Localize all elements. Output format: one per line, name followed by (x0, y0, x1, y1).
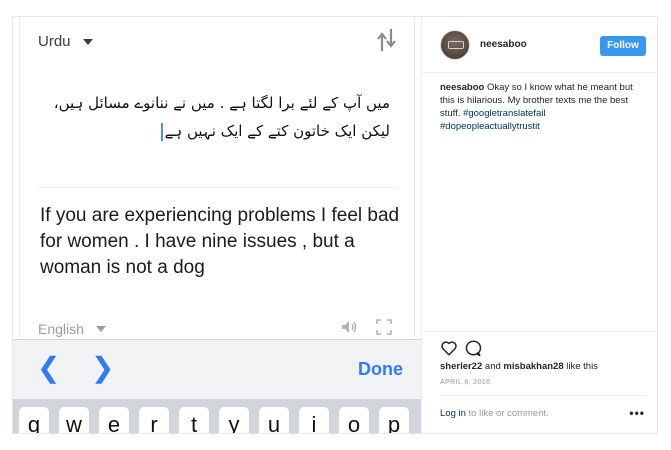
translation-card: Urdu میں آپ کے لئے برا لگتا ہے . میں نے … (19, 17, 415, 337)
key-q[interactable]: q (19, 407, 49, 433)
key-u[interactable]: u (259, 407, 289, 433)
post-frame: Urdu میں آپ کے لئے برا لگتا ہے . میں نے … (12, 16, 658, 434)
post-sidebar: neesaboo Follow neesaboo Okay so I know … (421, 17, 657, 433)
chevron-down-icon (82, 38, 93, 45)
more-options-icon[interactable]: ••• (629, 406, 645, 420)
keyboard: q w e r t y u i o p (13, 399, 421, 433)
key-t[interactable]: t (179, 407, 209, 433)
likes-suffix: like this (563, 361, 598, 372)
divider (38, 187, 398, 188)
translate-screenshot: Urdu میں آپ کے لئے برا لگتا ہے . میں نے … (13, 17, 421, 433)
header-username[interactable]: neesaboo (480, 39, 527, 50)
login-text: to like or comment. (465, 408, 549, 419)
source-text-content: میں آپ کے لئے برا لگتا ہے . میں نے ننانو… (53, 94, 390, 140)
follow-button[interactable]: Follow (600, 36, 646, 56)
post-header: neesaboo Follow (422, 17, 657, 73)
login-link[interactable]: Log in (440, 408, 466, 419)
previous-field-button[interactable]: ❮ (37, 354, 60, 382)
done-button[interactable]: Done (358, 359, 403, 380)
speaker-icon[interactable] (340, 319, 358, 335)
expand-icon[interactable] (376, 319, 392, 335)
liker-1[interactable]: sherler22 (440, 361, 482, 372)
divider (440, 395, 646, 396)
output-tools (340, 319, 392, 335)
target-language-selector[interactable]: English (38, 321, 106, 337)
divider (422, 331, 657, 332)
avatar[interactable] (440, 30, 470, 60)
key-r[interactable]: r (139, 407, 169, 433)
key-i[interactable]: i (299, 407, 329, 433)
heart-icon[interactable] (440, 339, 458, 357)
liker-2[interactable]: misbakhan28 (503, 361, 563, 372)
login-prompt: Log in to like or comment. (440, 408, 549, 419)
source-language-label: Urdu (38, 33, 71, 50)
chevron-down-icon (95, 326, 106, 332)
key-w[interactable]: w (59, 407, 89, 433)
source-text[interactable]: میں آپ کے لئے برا لگتا ہے . میں نے ننانو… (40, 89, 390, 145)
key-y[interactable]: y (219, 407, 249, 433)
comment-icon[interactable] (464, 339, 482, 357)
key-o[interactable]: o (339, 407, 369, 433)
likes-line: sherler22 and misbakhan28 like this (440, 361, 598, 372)
post-caption: neesaboo Okay so I know what he meant bu… (440, 81, 646, 133)
hashtag-dopeopleactuallytrustit[interactable]: #dopeopleactuallytrustit (440, 121, 540, 132)
target-language-label: English (38, 321, 84, 337)
caption-username[interactable]: neesaboo (440, 82, 484, 93)
post-date[interactable]: APRIL 6, 2016 (440, 379, 490, 386)
next-field-button[interactable]: ❯ (91, 354, 114, 382)
key-e[interactable]: e (99, 407, 129, 433)
likes-and: and (482, 361, 504, 372)
translated-text: If you are experiencing problems I feel … (40, 205, 400, 278)
source-language-selector[interactable]: Urdu (38, 33, 93, 50)
swap-arrows-icon[interactable] (376, 27, 398, 53)
text-cursor (160, 122, 163, 141)
keyboard-toolbar: ❮ ❯ Done (13, 339, 421, 399)
hashtag-googletranslatefail[interactable]: #googletranslatefail (463, 108, 545, 119)
key-p[interactable]: p (379, 407, 409, 433)
